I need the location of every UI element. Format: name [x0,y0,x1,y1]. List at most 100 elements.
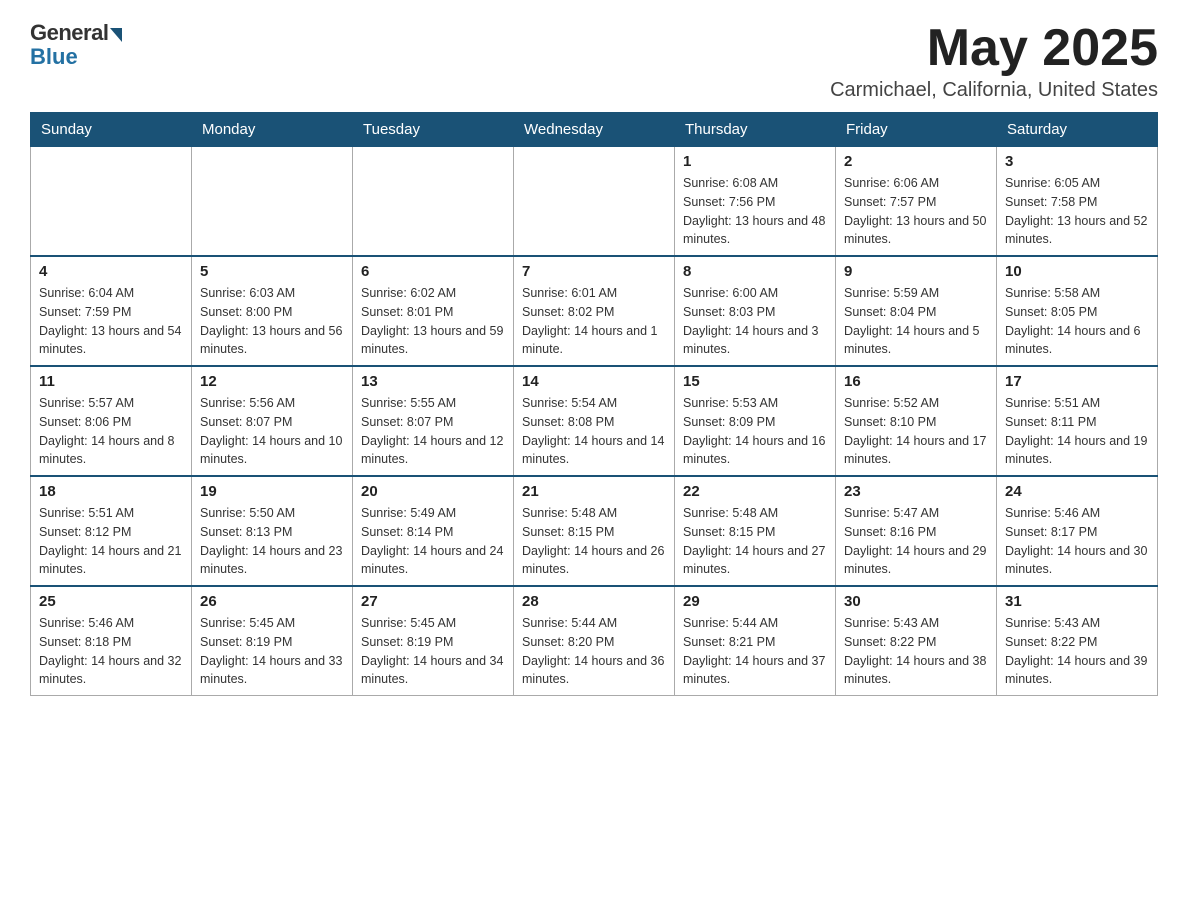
calendar-cell: 13 Sunrise: 5:55 AM Sunset: 8:07 PM Dayli… [353,366,514,476]
day-info: Sunrise: 5:44 AM Sunset: 8:20 PM Dayligh… [522,614,666,689]
calendar-cell: 5Sunrise: 6:03 AM Sunset: 8:00 PM Daylig… [192,256,353,366]
calendar-cell: 27Sunrise: 5:45 AM Sunset: 8:19 PM Dayli… [353,586,514,696]
calendar-header-thursday: Thursday [675,113,836,147]
day-info: Sunrise: 5:57 AM Sunset: 8:06 PM Dayligh… [39,394,183,469]
calendar-header-monday: Monday [192,113,353,147]
calendar-cell: 19 Sunrise: 5:50 AM Sunset: 8:13 PM Dayli… [192,476,353,586]
day-info: Sunrise: 5:47 AM Sunset: 8:16 PM Dayligh… [844,504,988,579]
calendar-cell: 29 Sunrise: 5:44 AM Sunset: 8:21 PM Dayli… [675,586,836,696]
calendar-cell: 23 Sunrise: 5:47 AM Sunset: 8:16 PM Dayli… [836,476,997,586]
calendar-week-row-4: 18 Sunrise: 5:51 AM Sunset: 8:12 PM Dayli… [31,476,1158,586]
day-info: Sunrise: 5:56 AM Sunset: 8:07 PM Dayligh… [200,394,344,469]
day-number: 28 [522,593,666,610]
calendar-cell [514,147,675,257]
day-number: 26 [200,593,344,610]
calendar-week-row-1: 1 Sunrise: 6:08 AM Sunset: 7:56 PM Daylig… [31,147,1158,257]
calendar-cell: 20Sunrise: 5:49 AM Sunset: 8:14 PM Dayli… [353,476,514,586]
day-number: 9 [844,263,988,280]
day-number: 3 [1005,153,1149,170]
calendar-cell: 7 Sunrise: 6:01 AM Sunset: 8:02 PM Daylig… [514,256,675,366]
day-number: 5 [200,263,344,280]
calendar-header-tuesday: Tuesday [353,113,514,147]
day-number: 18 [39,483,183,500]
calendar-cell [192,147,353,257]
calendar-cell: 11 Sunrise: 5:57 AM Sunset: 8:06 PM Dayli… [31,366,192,476]
title-area: May 2025 Carmichael, California, United … [830,20,1158,102]
calendar-cell: 2Sunrise: 6:06 AM Sunset: 7:57 PM Daylig… [836,147,997,257]
day-info: Sunrise: 6:05 AM Sunset: 7:58 PM Dayligh… [1005,174,1149,249]
calendar-cell: 21 Sunrise: 5:48 AM Sunset: 8:15 PM Dayli… [514,476,675,586]
day-number: 21 [522,483,666,500]
calendar-week-row-2: 4 Sunrise: 6:04 AM Sunset: 7:59 PM Daylig… [31,256,1158,366]
day-info: Sunrise: 5:50 AM Sunset: 8:13 PM Dayligh… [200,504,344,579]
calendar-cell: 28 Sunrise: 5:44 AM Sunset: 8:20 PM Dayli… [514,586,675,696]
day-number: 30 [844,593,988,610]
day-number: 20 [361,483,505,500]
logo-general-text: General [30,20,108,46]
calendar-cell: 12 Sunrise: 5:56 AM Sunset: 8:07 PM Dayli… [192,366,353,476]
day-info: Sunrise: 5:58 AM Sunset: 8:05 PM Dayligh… [1005,284,1149,359]
day-info: Sunrise: 5:51 AM Sunset: 8:12 PM Dayligh… [39,504,183,579]
day-info: Sunrise: 6:06 AM Sunset: 7:57 PM Dayligh… [844,174,988,249]
day-number: 25 [39,593,183,610]
day-number: 8 [683,263,827,280]
day-info: Sunrise: 5:52 AM Sunset: 8:10 PM Dayligh… [844,394,988,469]
day-number: 22 [683,483,827,500]
calendar-cell: 31 Sunrise: 5:43 AM Sunset: 8:22 PM Dayli… [997,586,1158,696]
day-number: 31 [1005,593,1149,610]
day-info: Sunrise: 6:04 AM Sunset: 7:59 PM Dayligh… [39,284,183,359]
calendar-cell: 17Sunrise: 5:51 AM Sunset: 8:11 PM Dayli… [997,366,1158,476]
day-number: 23 [844,483,988,500]
day-info: Sunrise: 6:08 AM Sunset: 7:56 PM Dayligh… [683,174,827,249]
day-number: 6 [361,263,505,280]
calendar-cell: 22 Sunrise: 5:48 AM Sunset: 8:15 PM Dayli… [675,476,836,586]
calendar-cell: 1 Sunrise: 6:08 AM Sunset: 7:56 PM Daylig… [675,147,836,257]
day-info: Sunrise: 5:48 AM Sunset: 8:15 PM Dayligh… [522,504,666,579]
day-info: Sunrise: 5:43 AM Sunset: 8:22 PM Dayligh… [844,614,988,689]
day-number: 17 [1005,373,1149,390]
calendar-week-row-3: 11 Sunrise: 5:57 AM Sunset: 8:06 PM Dayli… [31,366,1158,476]
calendar-header-saturday: Saturday [997,113,1158,147]
day-number: 7 [522,263,666,280]
day-info: Sunrise: 5:46 AM Sunset: 8:17 PM Dayligh… [1005,504,1149,579]
day-info: Sunrise: 5:48 AM Sunset: 8:15 PM Dayligh… [683,504,827,579]
day-number: 13 [361,373,505,390]
day-info: Sunrise: 5:44 AM Sunset: 8:21 PM Dayligh… [683,614,827,689]
calendar-week-row-5: 25 Sunrise: 5:46 AM Sunset: 8:18 PM Dayli… [31,586,1158,696]
day-number: 29 [683,593,827,610]
calendar-cell: 15 Sunrise: 5:53 AM Sunset: 8:09 PM Dayli… [675,366,836,476]
day-number: 12 [200,373,344,390]
day-number: 19 [200,483,344,500]
day-number: 11 [39,373,183,390]
calendar-cell: 18 Sunrise: 5:51 AM Sunset: 8:12 PM Dayli… [31,476,192,586]
calendar-cell: 3 Sunrise: 6:05 AM Sunset: 7:58 PM Daylig… [997,147,1158,257]
calendar-cell: 8Sunrise: 6:00 AM Sunset: 8:03 PM Daylig… [675,256,836,366]
day-info: Sunrise: 5:43 AM Sunset: 8:22 PM Dayligh… [1005,614,1149,689]
calendar-header-friday: Friday [836,113,997,147]
day-number: 27 [361,593,505,610]
calendar-header-sunday: Sunday [31,113,192,147]
day-number: 1 [683,153,827,170]
calendar-cell [31,147,192,257]
day-number: 4 [39,263,183,280]
day-info: Sunrise: 5:55 AM Sunset: 8:07 PM Dayligh… [361,394,505,469]
day-info: Sunrise: 5:46 AM Sunset: 8:18 PM Dayligh… [39,614,183,689]
day-info: Sunrise: 5:59 AM Sunset: 8:04 PM Dayligh… [844,284,988,359]
day-info: Sunrise: 6:01 AM Sunset: 8:02 PM Dayligh… [522,284,666,359]
calendar-cell: 25 Sunrise: 5:46 AM Sunset: 8:18 PM Dayli… [31,586,192,696]
day-number: 10 [1005,263,1149,280]
logo: General Blue [30,20,122,70]
calendar-cell: 24Sunrise: 5:46 AM Sunset: 8:17 PM Dayli… [997,476,1158,586]
day-number: 15 [683,373,827,390]
calendar-cell: 10 Sunrise: 5:58 AM Sunset: 8:05 PM Dayli… [997,256,1158,366]
logo-arrow-icon [110,28,122,42]
calendar-cell: 14Sunrise: 5:54 AM Sunset: 8:08 PM Dayli… [514,366,675,476]
logo-blue-text: Blue [30,44,78,70]
calendar-cell: 4 Sunrise: 6:04 AM Sunset: 7:59 PM Daylig… [31,256,192,366]
day-number: 14 [522,373,666,390]
calendar-table: SundayMondayTuesdayWednesdayThursdayFrid… [30,112,1158,696]
day-info: Sunrise: 5:53 AM Sunset: 8:09 PM Dayligh… [683,394,827,469]
location-subtitle: Carmichael, California, United States [830,79,1158,102]
day-info: Sunrise: 5:45 AM Sunset: 8:19 PM Dayligh… [200,614,344,689]
calendar-header-row: SundayMondayTuesdayWednesdayThursdayFrid… [31,113,1158,147]
